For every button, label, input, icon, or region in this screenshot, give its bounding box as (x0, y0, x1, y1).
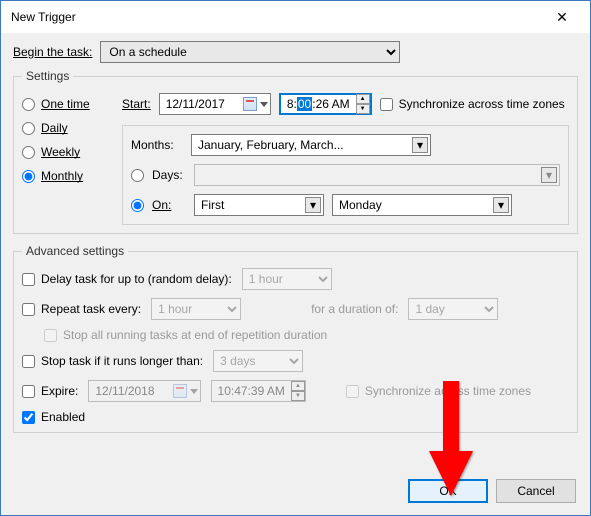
expire-sync-checkbox (346, 385, 359, 398)
chevron-down-icon[interactable]: ▾ (412, 137, 428, 153)
chevron-down-icon[interactable] (260, 102, 268, 107)
radio-weekly[interactable] (22, 146, 35, 159)
days-label[interactable]: Days: (152, 168, 186, 182)
start-date-input[interactable]: 12/11/2017 (159, 93, 271, 115)
duration-label: for a duration of: (311, 302, 398, 316)
calendar-icon (173, 384, 187, 398)
begin-task-label: Begin the task: (13, 45, 92, 59)
start-time-input[interactable]: 8:00:26 AM ▲▼ (279, 93, 372, 115)
monthly-panel: Months: January, February, March... ▾ Da… (122, 125, 569, 225)
time-spinner: ▲▼ (291, 381, 305, 401)
sync-tz-checkbox[interactable] (380, 98, 393, 111)
delay-select: 1 hour (242, 268, 332, 290)
on-week-combo[interactable]: First ▾ (194, 194, 324, 216)
repeat-duration-select: 1 day (408, 298, 498, 320)
radio-on[interactable] (131, 199, 144, 212)
advanced-legend: Advanced settings (22, 244, 128, 258)
radio-one-time[interactable] (22, 98, 35, 111)
radio-one-time-label[interactable]: One time (41, 97, 90, 111)
chevron-down-icon[interactable]: ▾ (305, 197, 321, 213)
radio-monthly-label[interactable]: Monthly (41, 169, 83, 183)
radio-weekly-label[interactable]: Weekly (41, 145, 80, 159)
expire-checkbox[interactable] (22, 385, 35, 398)
expire-label: Expire: (41, 384, 78, 398)
enabled-checkbox[interactable] (22, 411, 35, 424)
repeat-label: Repeat task every: (41, 302, 141, 316)
window-title: New Trigger (11, 10, 542, 24)
expire-time-input: 10:47:39 AM ▲▼ (211, 380, 306, 402)
delay-label: Delay task for up to (random delay): (41, 272, 232, 286)
radio-daily-label[interactable]: Daily (41, 121, 68, 135)
settings-legend: Settings (22, 69, 73, 83)
begin-task-select[interactable]: On a schedule (100, 41, 400, 63)
days-combo: ▾ (194, 164, 560, 186)
on-day-combo[interactable]: Monday ▾ (332, 194, 512, 216)
cancel-button[interactable]: Cancel (496, 479, 576, 503)
delay-checkbox[interactable] (22, 273, 35, 286)
time-spinner[interactable]: ▲▼ (356, 94, 370, 114)
stop-running-label: Stop all running tasks at end of repetit… (63, 328, 327, 342)
stop-if-checkbox[interactable] (22, 355, 35, 368)
close-icon[interactable]: ✕ (542, 9, 582, 26)
advanced-group: Advanced settings Delay task for up to (… (13, 244, 578, 433)
months-label: Months: (131, 138, 183, 152)
radio-daily[interactable] (22, 122, 35, 135)
radio-monthly[interactable] (22, 170, 35, 183)
chevron-down-icon (190, 389, 198, 394)
start-date-text: 12/11/2017 (166, 97, 243, 111)
frequency-radios: One time Daily Weekly Monthly (22, 93, 112, 225)
enabled-label: Enabled (41, 410, 85, 424)
settings-group: Settings One time Daily Weekly Monthly S… (13, 69, 578, 234)
sync-tz-label: Synchronize across time zones (399, 97, 565, 111)
button-bar: OK Cancel (408, 479, 576, 503)
start-label: Start: (122, 97, 151, 111)
chevron-down-icon[interactable]: ▾ (493, 197, 509, 213)
repeat-checkbox[interactable] (22, 303, 35, 316)
dialog-content: Begin the task: On a schedule Settings O… (1, 33, 590, 515)
stop-if-select: 3 days (213, 350, 303, 372)
expire-date-input: 12/11/2018 (88, 380, 200, 402)
stop-if-label: Stop task if it runs longer than: (41, 354, 203, 368)
expire-sync-label: Synchronize across time zones (365, 384, 531, 398)
radio-days[interactable] (131, 169, 144, 182)
chevron-down-icon: ▾ (541, 167, 557, 183)
ok-button[interactable]: OK (408, 479, 488, 503)
on-label[interactable]: On: (152, 198, 186, 212)
calendar-icon[interactable] (243, 97, 257, 111)
stop-running-checkbox (44, 329, 57, 342)
repeat-every-select: 1 hour (151, 298, 241, 320)
title-bar: New Trigger ✕ (1, 1, 590, 33)
months-combo[interactable]: January, February, March... ▾ (191, 134, 431, 156)
